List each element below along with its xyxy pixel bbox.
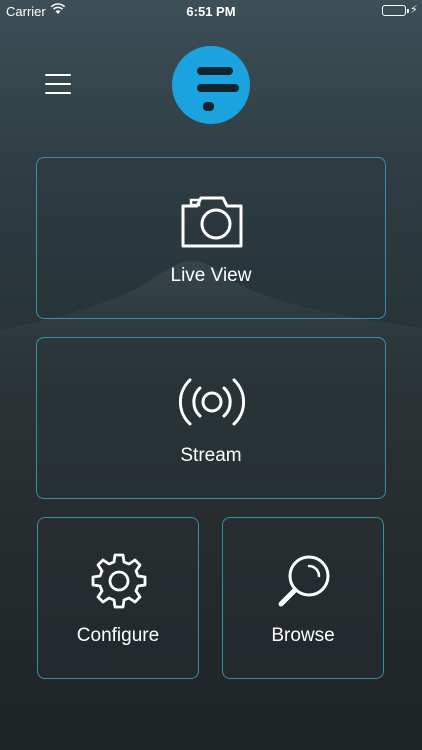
browse-tile[interactable]: Browse	[222, 517, 384, 679]
broadcast-icon	[177, 376, 247, 433]
configure-tile[interactable]: Configure	[37, 517, 199, 679]
status-bar: Carrier 6:51 PM ⚡	[0, 0, 422, 22]
menu-line-2	[45, 83, 71, 85]
gear-icon	[90, 552, 148, 615]
magnifier-icon	[275, 552, 335, 617]
battery-icon	[382, 5, 406, 16]
charging-bolt-icon: ⚡	[410, 4, 418, 16]
status-time: 6:51 PM	[186, 4, 236, 19]
menu-line-1	[45, 74, 71, 76]
camera-icon	[179, 192, 245, 255]
battery-tip	[407, 9, 409, 13]
live-view-tile[interactable]: Live View	[36, 157, 386, 319]
app-logo	[171, 45, 251, 125]
stream-label: Stream	[180, 445, 242, 466]
stream-tile[interactable]: Stream	[36, 337, 386, 499]
hamburger-menu-icon[interactable]	[42, 70, 74, 98]
menu-line-3	[45, 92, 71, 94]
live-view-label: Live View	[170, 265, 252, 286]
configure-label: Configure	[76, 625, 160, 646]
browse-label: Browse	[271, 625, 335, 646]
